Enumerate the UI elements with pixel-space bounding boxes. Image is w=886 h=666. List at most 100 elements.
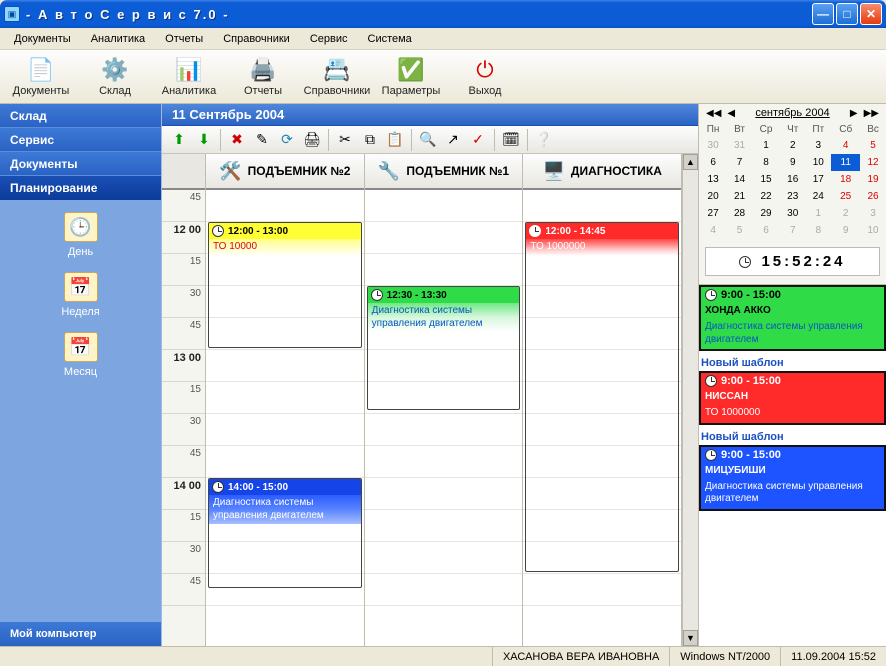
calendar-day[interactable]: 24 xyxy=(805,188,831,205)
appointment[interactable]: 12:00 - 13:00ТО 10000 xyxy=(208,222,362,348)
sidebar-footer-mycomputer[interactable]: Мой компьютер xyxy=(0,622,161,646)
close-button[interactable]: ✕ xyxy=(860,3,882,25)
sidebar-item-month[interactable]: 📅 Месяц xyxy=(64,332,98,378)
sidebar-item-week[interactable]: 📅 Неделя xyxy=(61,272,99,318)
goto-icon[interactable]: ↗ xyxy=(442,129,464,151)
calendar-day[interactable]: 16 xyxy=(780,171,805,188)
calendar-day[interactable]: 7 xyxy=(780,222,805,239)
calendar-day[interactable]: 4 xyxy=(831,137,860,154)
resource-header[interactable]: 🖥️ДИАГНОСТИКА xyxy=(523,154,681,190)
calendar-day[interactable]: 1 xyxy=(805,205,831,222)
sidebar-item-day[interactable]: 🕒 День xyxy=(64,212,98,258)
calendar-title[interactable]: сентябрь 2004 xyxy=(755,107,829,119)
calendar-day[interactable]: 31 xyxy=(727,137,752,154)
calc-icon[interactable]: 🗓 xyxy=(500,129,522,151)
calendar-day[interactable]: 23 xyxy=(780,188,805,205)
menu-reference[interactable]: Справочники xyxy=(215,31,298,47)
calendar-day[interactable]: 14 xyxy=(727,171,752,188)
appointment[interactable]: 12:00 - 14:45ТО 1000000 xyxy=(525,222,679,572)
help-icon[interactable]: ❔ xyxy=(533,129,555,151)
sidebar: Склад Сервис Документы Планирование 🕒 Де… xyxy=(0,104,162,646)
calendar-day[interactable]: 12 xyxy=(860,154,886,171)
maximize-button[interactable]: □ xyxy=(836,3,858,25)
calendar-day[interactable]: 9 xyxy=(780,154,805,171)
calendar-day[interactable]: 21 xyxy=(727,188,752,205)
calendar-day[interactable]: 4 xyxy=(699,222,727,239)
template-item[interactable]: 9:00 - 15:00ХОНДА АККОДиагностика систем… xyxy=(699,285,886,351)
cancel-icon[interactable]: ✖ xyxy=(226,129,248,151)
scroll-down-icon[interactable]: ▼ xyxy=(683,630,698,646)
cal-next-year-icon[interactable]: ▶▶ xyxy=(861,108,882,119)
calendar-day[interactable]: 26 xyxy=(860,188,886,205)
toolbar-analytics[interactable]: 📊 Аналитика xyxy=(154,52,224,102)
calendar-day[interactable]: 17 xyxy=(805,171,831,188)
scroll-up-icon[interactable]: ▲ xyxy=(683,154,698,170)
calendar-day[interactable]: 30 xyxy=(780,205,805,222)
calendar-day[interactable]: 6 xyxy=(699,154,727,171)
menu-analytics[interactable]: Аналитика xyxy=(83,31,153,47)
calendar-day[interactable]: 22 xyxy=(752,188,780,205)
calendar-day[interactable]: 5 xyxy=(727,222,752,239)
params-icon: ✅ xyxy=(397,56,425,84)
calendar-day[interactable]: 5 xyxy=(860,137,886,154)
paste-icon[interactable]: 📋 xyxy=(384,129,406,151)
cal-prev-month-icon[interactable]: ◀ xyxy=(724,108,738,119)
sidebar-section-service[interactable]: Сервис xyxy=(0,128,161,152)
template-item[interactable]: 9:00 - 15:00МИЦУБИШИДиагностика системы … xyxy=(699,445,886,511)
print-icon[interactable]: 🖨 xyxy=(301,129,323,151)
vertical-scrollbar[interactable]: ▲ ▼ xyxy=(682,154,698,646)
sidebar-section-warehouse[interactable]: Склад xyxy=(0,104,161,128)
edit-icon[interactable]: ✎ xyxy=(251,129,273,151)
next-icon[interactable]: ⬇ xyxy=(193,129,215,151)
menu-system[interactable]: Система xyxy=(360,31,420,47)
appointment[interactable]: 12:30 - 13:30Диагностика системы управле… xyxy=(367,286,521,410)
cal-next-month-icon[interactable]: ▶ xyxy=(847,108,861,119)
calendar-day[interactable]: 20 xyxy=(699,188,727,205)
calendar-day[interactable]: 10 xyxy=(805,154,831,171)
calendar-day[interactable]: 13 xyxy=(699,171,727,188)
calendar-day[interactable]: 19 xyxy=(860,171,886,188)
prev-icon[interactable]: ⬆ xyxy=(168,129,190,151)
menu-documents[interactable]: Документы xyxy=(6,31,79,47)
calendar-day[interactable]: 8 xyxy=(752,154,780,171)
calendar-day[interactable]: 27 xyxy=(699,205,727,222)
toolbar-reports[interactable]: 🖨️ Отчеты xyxy=(228,52,298,102)
check-icon[interactable]: ✓ xyxy=(467,129,489,151)
sidebar-section-planning[interactable]: Планирование xyxy=(0,176,161,200)
resource-header[interactable]: 🔧ПОДЪЕМНИК №1 xyxy=(365,154,523,190)
calendar-day[interactable]: 9 xyxy=(831,222,860,239)
calendar-day[interactable]: 25 xyxy=(831,188,860,205)
menu-reports[interactable]: Отчеты xyxy=(157,31,211,47)
cal-prev-year-icon[interactable]: ◀◀ xyxy=(703,108,724,119)
toolbar-warehouse[interactable]: ⚙️ Склад xyxy=(80,52,150,102)
calendar-day[interactable]: 3 xyxy=(805,137,831,154)
calendar-day[interactable]: 6 xyxy=(752,222,780,239)
calendar-day[interactable]: 2 xyxy=(831,205,860,222)
template-item[interactable]: 9:00 - 15:00НИССАНТО 1000000 xyxy=(699,371,886,425)
calendar-day[interactable]: 28 xyxy=(727,205,752,222)
calendar-day[interactable]: 30 xyxy=(699,137,727,154)
cut-icon[interactable]: ✂ xyxy=(334,129,356,151)
calendar-day[interactable]: 29 xyxy=(752,205,780,222)
copy-icon[interactable]: ⧉ xyxy=(359,129,381,151)
calendar-day[interactable]: 10 xyxy=(860,222,886,239)
minimize-button[interactable]: — xyxy=(812,3,834,25)
toolbar-reference[interactable]: 📇 Справочники xyxy=(302,52,372,102)
menu-service[interactable]: Сервис xyxy=(302,31,356,47)
calendar-day[interactable]: 3 xyxy=(860,205,886,222)
appointment[interactable]: 14:00 - 15:00Диагностика системы управле… xyxy=(208,478,362,588)
find-icon[interactable]: 🔍 xyxy=(417,129,439,151)
toolbar-documents[interactable]: 📄 Документы xyxy=(6,52,76,102)
calendar-day[interactable]: 15 xyxy=(752,171,780,188)
calendar-day[interactable]: 2 xyxy=(780,137,805,154)
toolbar-params[interactable]: ✅ Параметры xyxy=(376,52,446,102)
refresh-icon[interactable]: ⟳ xyxy=(276,129,298,151)
calendar-day[interactable]: 11 xyxy=(831,154,860,171)
calendar-day[interactable]: 7 xyxy=(727,154,752,171)
calendar-day[interactable]: 1 xyxy=(752,137,780,154)
calendar-day[interactable]: 18 xyxy=(831,171,860,188)
calendar-day[interactable]: 8 xyxy=(805,222,831,239)
resource-header[interactable]: 🛠️ПОДЪЕМНИК №2 xyxy=(206,154,364,190)
toolbar-exit[interactable]: ⏻ Выход xyxy=(450,52,520,102)
sidebar-section-documents[interactable]: Документы xyxy=(0,152,161,176)
